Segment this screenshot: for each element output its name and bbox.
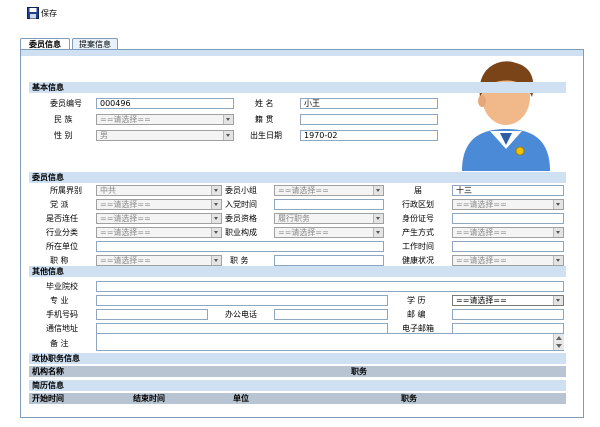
remark-label: 备 注 bbox=[50, 339, 69, 348]
chevron-down-icon bbox=[373, 228, 383, 237]
resume-col-unit: 单位 bbox=[233, 394, 249, 403]
chevron-down-icon bbox=[211, 200, 221, 209]
remark-scrollbar[interactable] bbox=[553, 334, 564, 350]
qual-label: 委员资格 bbox=[225, 214, 257, 223]
id-field[interactable] bbox=[452, 213, 564, 224]
chevron-down-icon bbox=[223, 131, 233, 140]
ethnicity-select[interactable]: ==请选择== bbox=[96, 114, 234, 125]
id-label: 身份证号 bbox=[402, 214, 434, 223]
chevron-down-icon bbox=[373, 214, 383, 223]
gender-label: 性 别 bbox=[54, 131, 73, 140]
resume-col-post: 职务 bbox=[401, 394, 417, 403]
mobile-field[interactable] bbox=[96, 309, 208, 320]
chevron-down-icon bbox=[211, 214, 221, 223]
name-label: 姓 名 bbox=[255, 99, 274, 108]
health-label: 健康状况 bbox=[402, 256, 434, 265]
save-label: 保存 bbox=[41, 9, 57, 18]
struct-select[interactable]: ==请选择== bbox=[274, 227, 384, 238]
user-avatar-icon bbox=[462, 61, 550, 171]
birth-label: 出生日期 bbox=[250, 131, 282, 140]
resume-table-header: 开始时间 结束时间 单位 职务 bbox=[29, 393, 566, 404]
chevron-down-icon bbox=[553, 200, 563, 209]
office-field[interactable] bbox=[274, 309, 388, 320]
ethnicity-label: 民 族 bbox=[54, 115, 73, 124]
title-label: 职 称 bbox=[50, 256, 69, 265]
reappoint-select[interactable]: ==请选择== bbox=[96, 213, 222, 224]
resume-col-start: 开始时间 bbox=[32, 394, 64, 403]
group-select[interactable]: ==请选择== bbox=[274, 185, 384, 196]
scroll-down-icon[interactable] bbox=[556, 344, 562, 349]
district-select[interactable]: ==请选择== bbox=[452, 199, 564, 210]
zip-field[interactable] bbox=[452, 309, 564, 320]
chevron-down-icon bbox=[211, 186, 221, 195]
edu-select[interactable]: ==请选择== bbox=[452, 295, 564, 306]
native-label: 籍 贯 bbox=[255, 115, 274, 124]
produce-select[interactable]: ==请选择== bbox=[452, 227, 564, 238]
birth-field[interactable]: 1970-02 bbox=[300, 130, 438, 141]
member-no-label: 委员编号 bbox=[50, 99, 82, 108]
struct-label: 职业构成 bbox=[225, 228, 257, 237]
major-label: 专 业 bbox=[50, 296, 69, 305]
chevron-down-icon bbox=[211, 256, 221, 265]
group-label: 委员小组 bbox=[225, 186, 257, 195]
mobile-label: 手机号码 bbox=[46, 310, 78, 319]
floppy-disk-icon bbox=[27, 7, 39, 19]
qual-select[interactable]: 履行职务 bbox=[274, 213, 384, 224]
post-label: 职 务 bbox=[230, 256, 249, 265]
tab-member-info[interactable]: 委员信息 bbox=[20, 38, 70, 49]
section-other: 其他信息 bbox=[29, 266, 566, 277]
edu-label: 学 历 bbox=[407, 296, 426, 305]
cppcc-col-org: 机构名称 bbox=[32, 367, 64, 376]
native-field[interactable] bbox=[300, 114, 438, 125]
zip-label: 邮 编 bbox=[407, 310, 426, 319]
cppcc-table-header: 机构名称 职务 bbox=[29, 366, 566, 377]
member-no-field[interactable]: 000496 bbox=[96, 98, 234, 109]
name-field[interactable]: 小王 bbox=[300, 98, 438, 109]
cppcc-col-post: 职务 bbox=[351, 367, 367, 376]
session-label: 届 bbox=[414, 186, 422, 195]
remark-textarea[interactable] bbox=[96, 333, 564, 351]
join-field[interactable] bbox=[274, 199, 384, 210]
worktime-field[interactable] bbox=[452, 241, 564, 252]
school-field[interactable] bbox=[96, 281, 564, 292]
reappoint-label: 是否连任 bbox=[46, 214, 78, 223]
school-label: 毕业院校 bbox=[46, 282, 78, 291]
worktime-label: 工作时间 bbox=[402, 242, 434, 251]
sector-select[interactable]: 中共 bbox=[96, 185, 222, 196]
unit-field[interactable] bbox=[96, 241, 384, 252]
chevron-down-icon bbox=[373, 186, 383, 195]
industry-label: 行业分类 bbox=[46, 228, 78, 237]
session-field[interactable]: 十三 bbox=[452, 185, 564, 196]
office-label: 办公电话 bbox=[225, 310, 257, 319]
gender-select[interactable]: 男 bbox=[96, 130, 234, 141]
section-basic: 基本信息 bbox=[29, 82, 566, 93]
join-label: 入党时间 bbox=[225, 200, 257, 209]
chevron-down-icon bbox=[553, 228, 563, 237]
tab-proposal-info[interactable]: 提案信息 bbox=[72, 38, 118, 49]
scroll-up-icon[interactable] bbox=[556, 335, 562, 340]
title-select[interactable]: ==请选择== bbox=[96, 255, 222, 266]
chevron-down-icon bbox=[553, 256, 563, 265]
section-resume: 简历信息 bbox=[29, 380, 566, 391]
section-member: 委员信息 bbox=[29, 172, 566, 183]
produce-label: 产生方式 bbox=[402, 228, 434, 237]
resume-col-end: 结束时间 bbox=[133, 394, 165, 403]
industry-select[interactable]: ==请选择== bbox=[96, 227, 222, 238]
major-field[interactable] bbox=[96, 295, 388, 306]
addr-label: 通信地址 bbox=[46, 324, 78, 333]
save-button[interactable]: 保存 bbox=[27, 5, 67, 21]
sector-label: 所属界别 bbox=[50, 186, 82, 195]
party-select[interactable]: ==请选择== bbox=[96, 199, 222, 210]
chevron-down-icon bbox=[553, 296, 563, 305]
chevron-down-icon bbox=[211, 228, 221, 237]
unit-label: 所在单位 bbox=[46, 242, 78, 251]
post-field[interactable] bbox=[274, 255, 384, 266]
section-cppcc: 政协职务信息 bbox=[29, 353, 566, 364]
health-select[interactable]: ==请选择== bbox=[452, 255, 564, 266]
chevron-down-icon bbox=[223, 115, 233, 124]
party-label: 党 派 bbox=[50, 200, 69, 209]
district-label: 行政区划 bbox=[402, 200, 434, 209]
